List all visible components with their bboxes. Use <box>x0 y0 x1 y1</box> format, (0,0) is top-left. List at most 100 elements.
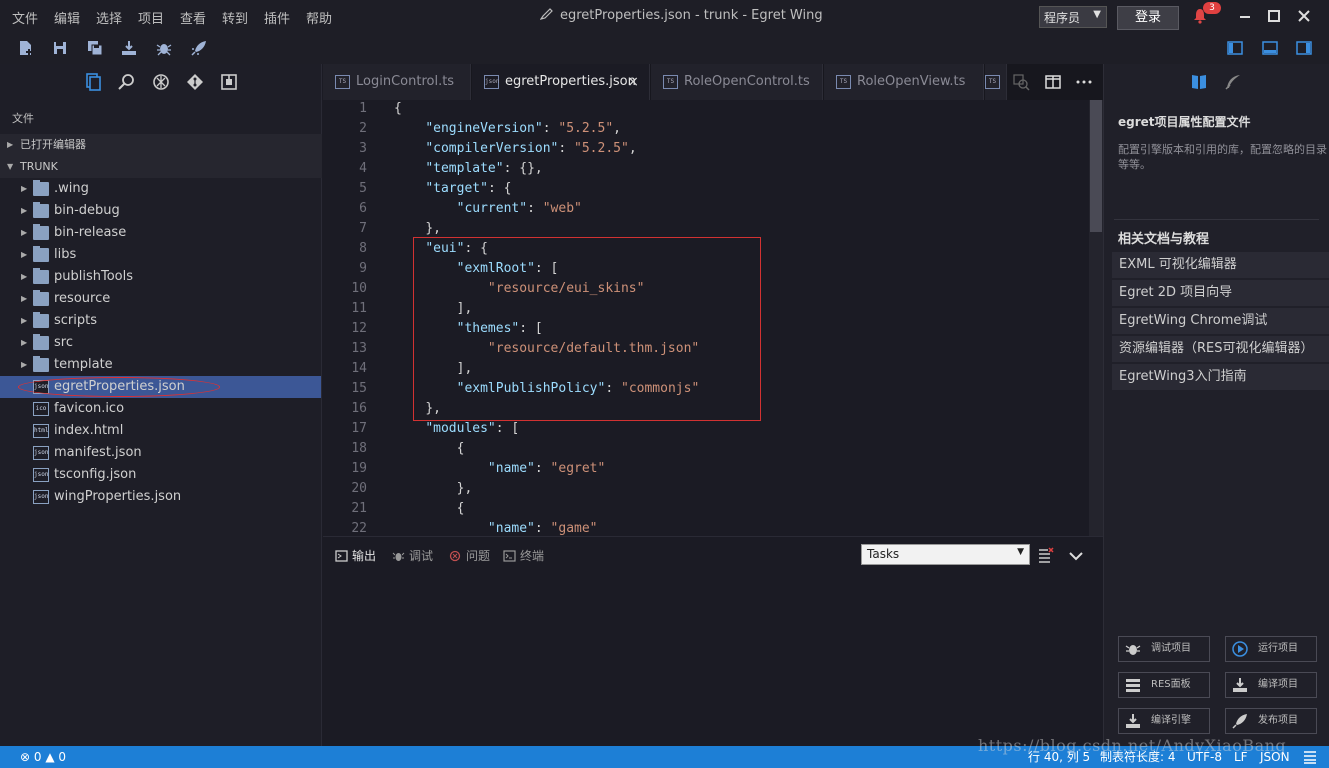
folder-item[interactable]: ▶ src <box>0 332 321 354</box>
explorer-icon[interactable] <box>84 73 102 91</box>
folder-item[interactable]: ▶ resource <box>0 288 321 310</box>
tab-logincontrol[interactable]: TS LoginControl.ts <box>323 64 471 100</box>
chevron-right-icon[interactable]: ▶ <box>21 332 27 354</box>
extensions-icon[interactable] <box>220 73 238 91</box>
file-item[interactable]: json tsconfig.json <box>0 464 321 486</box>
tab-overflow[interactable]: TS <box>985 64 1007 100</box>
tab-close-icon[interactable]: × <box>627 64 639 100</box>
code-line[interactable]: "name": "game" <box>394 521 598 536</box>
folder-item[interactable]: ▶ template <box>0 354 321 376</box>
toggle-right-panel-icon[interactable] <box>1296 40 1312 56</box>
menu-help[interactable]: 帮助 <box>306 8 332 27</box>
doc-link-getting-started[interactable]: EgretWing3入门指南 <box>1112 364 1329 390</box>
doc-link-project-wizard[interactable]: Egret 2D 项目向导 <box>1112 280 1329 306</box>
chevron-right-icon[interactable]: ▶ <box>21 266 27 288</box>
doc-link-res-editor[interactable]: 资源编辑器（RES可视化编辑器） <box>1112 336 1329 362</box>
chevron-right-icon: ▶ <box>7 140 14 149</box>
doc-link-exml[interactable]: EXML 可视化编辑器 <box>1112 252 1329 278</box>
open-editors-header[interactable]: ▶ 已打开编辑器 <box>0 134 322 156</box>
build-engine-button[interactable]: 编译引擎 <box>1118 708 1210 734</box>
toggle-sidebar-icon[interactable] <box>1227 40 1243 56</box>
feedback-icon[interactable] <box>1303 750 1317 764</box>
tab-roleopencontrol[interactable]: TS RoleOpenControl.ts <box>651 64 823 100</box>
debug-icon[interactable] <box>156 40 172 56</box>
toggle-panel-icon[interactable] <box>1262 40 1278 56</box>
menu-view[interactable]: 查看 <box>180 8 206 27</box>
code-line[interactable]: "template": {}, <box>394 161 542 176</box>
code-line[interactable]: }, <box>394 481 473 496</box>
menu-plugins[interactable]: 插件 <box>264 8 290 27</box>
trunk-header[interactable]: ▼ TRUNK <box>0 156 322 178</box>
tab-egretproperties[interactable]: json egretProperties.json × <box>472 64 650 100</box>
new-file-icon[interactable] <box>18 40 34 56</box>
errors-indicator[interactable]: ⊗ 0 ▲ 0 <box>20 746 66 768</box>
publish-project-button[interactable]: 发布项目 <box>1225 708 1317 734</box>
clear-output-icon[interactable] <box>1038 547 1054 563</box>
folder-item[interactable]: ▶ scripts <box>0 310 321 332</box>
menu-file[interactable]: 文件 <box>12 8 38 27</box>
chevron-right-icon[interactable]: ▶ <box>21 288 27 310</box>
chevron-right-icon[interactable]: ▶ <box>21 244 27 266</box>
more-actions-icon[interactable] <box>1075 73 1093 91</box>
open-changes-icon[interactable] <box>1012 73 1030 91</box>
chevron-right-icon[interactable]: ▶ <box>21 354 27 376</box>
panel-tab-problems[interactable]: 问题 <box>449 547 490 564</box>
file-item[interactable]: json manifest.json <box>0 442 321 464</box>
database-icon <box>1126 679 1140 692</box>
code-line[interactable]: "current": "web" <box>394 201 582 216</box>
tab-roleopenview[interactable]: TS RoleOpenView.ts <box>824 64 984 100</box>
terminal-icon <box>503 550 516 562</box>
menu-edit[interactable]: 编辑 <box>54 8 80 27</box>
login-button[interactable]: 登录 <box>1117 6 1179 30</box>
feather-icon[interactable] <box>1224 73 1242 91</box>
folder-item[interactable]: ▶ bin-debug <box>0 200 321 222</box>
code-line[interactable]: { <box>394 501 465 516</box>
code-line[interactable]: { <box>394 101 402 116</box>
close-icon[interactable] <box>1296 8 1312 24</box>
panel-tab-terminal[interactable]: 终端 <box>503 547 544 564</box>
chevron-right-icon[interactable]: ▶ <box>21 222 27 244</box>
code-line[interactable]: "target": { <box>394 181 511 196</box>
panel-tab-output[interactable]: 输出 <box>335 547 376 564</box>
chevron-right-icon[interactable]: ▶ <box>21 310 27 332</box>
debug-circle-icon[interactable] <box>152 73 170 91</box>
folder-item[interactable]: ▶ libs <box>0 244 321 266</box>
build-project-button[interactable]: 编译项目 <box>1225 672 1317 698</box>
git-icon[interactable] <box>186 73 204 91</box>
doc-link-chrome-debug[interactable]: EgretWing Chrome调试 <box>1112 308 1329 334</box>
code-line[interactable]: "modules": [ <box>394 421 519 436</box>
code-line[interactable]: "engineVersion": "5.2.5", <box>394 121 621 136</box>
publish-rocket-icon[interactable] <box>191 40 207 56</box>
debug-project-button[interactable]: 调试项目 <box>1118 636 1210 662</box>
search-icon[interactable] <box>118 73 136 91</box>
res-panel-button[interactable]: RES面板 <box>1118 672 1210 698</box>
code-line[interactable]: { <box>394 441 465 456</box>
run-project-button[interactable]: 运行项目 <box>1225 636 1317 662</box>
maximize-icon[interactable] <box>1266 8 1282 24</box>
save-all-icon[interactable] <box>87 40 103 56</box>
menu-selection[interactable]: 选择 <box>96 8 122 27</box>
code-line[interactable]: "compilerVersion": "5.2.5", <box>394 141 636 156</box>
book-icon[interactable] <box>1190 73 1208 91</box>
editor-scrollbar-thumb[interactable] <box>1090 100 1102 232</box>
collapse-panel-icon[interactable] <box>1068 548 1084 564</box>
output-channel-select[interactable]: Tasks ▼ <box>861 544 1030 565</box>
minimize-icon[interactable] <box>1237 8 1253 24</box>
save-icon[interactable] <box>52 40 68 56</box>
chevron-right-icon[interactable]: ▶ <box>21 200 27 222</box>
menu-project[interactable]: 项目 <box>138 8 164 27</box>
panel-tab-debug[interactable]: 调试 <box>392 547 433 564</box>
file-item[interactable]: json wingProperties.json <box>0 486 321 508</box>
chevron-right-icon[interactable]: ▶ <box>21 178 27 200</box>
file-item[interactable]: html index.html <box>0 420 321 442</box>
role-select[interactable]: 程序员 ▼ <box>1039 6 1107 28</box>
code-line[interactable]: "name": "egret" <box>394 461 605 476</box>
folder-item[interactable]: ▶ bin-release <box>0 222 321 244</box>
folder-item[interactable]: ▶ publishTools <box>0 266 321 288</box>
folder-item[interactable]: ▶ .wing <box>0 178 321 200</box>
file-item[interactable]: ico favicon.ico <box>0 398 321 420</box>
code-line[interactable]: }, <box>394 221 441 236</box>
split-editor-icon[interactable] <box>1044 73 1062 91</box>
build-icon[interactable] <box>121 40 137 56</box>
menu-goto[interactable]: 转到 <box>222 8 248 27</box>
